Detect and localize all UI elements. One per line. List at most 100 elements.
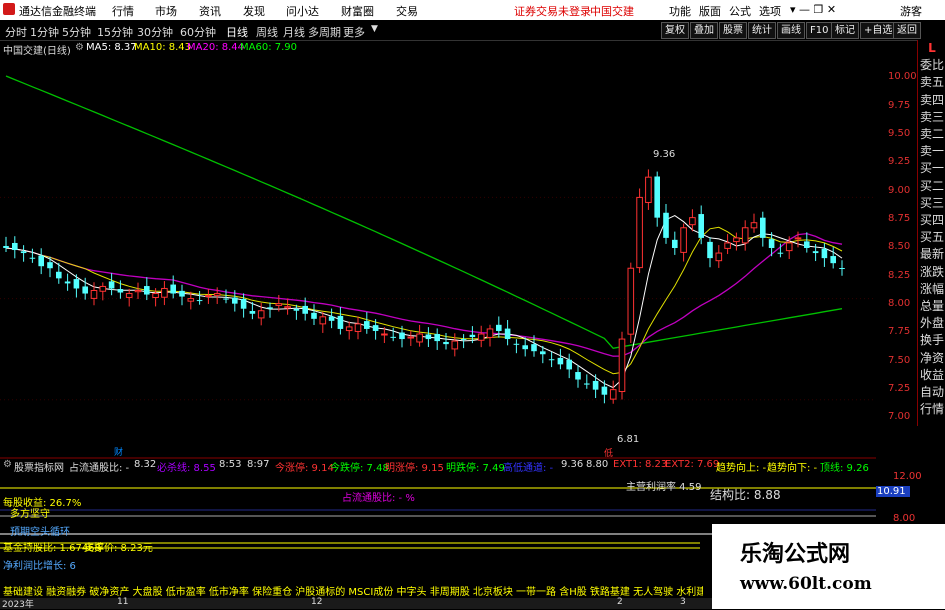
- ma10-label: MA10: 8.43: [134, 42, 192, 53]
- candle-body: [750, 222, 758, 229]
- date-tick: 2023年: [2, 600, 34, 610]
- tf-monthly[interactable]: 月线: [283, 24, 305, 40]
- sidebar-sell1[interactable]: 卖一: [920, 143, 944, 160]
- window-buttons[interactable]: ▾ — ❐ ✕: [790, 3, 836, 16]
- sidebar-earnings[interactable]: 收益: [920, 367, 944, 384]
- sidebar-buy5[interactable]: 买五: [920, 229, 944, 246]
- indicator-settings-icon[interactable]: ⚙: [3, 459, 12, 470]
- candle-body: [407, 336, 415, 339]
- price-tick: 7.50: [888, 355, 911, 366]
- indicator-name[interactable]: 股票指标网: [14, 459, 64, 474]
- menu-caifuquan[interactable]: 财富圈: [341, 3, 374, 19]
- btn-fuquan[interactable]: 复权: [661, 22, 689, 39]
- watermark-title: 乐淘公式网: [740, 541, 851, 567]
- btn-biaoji[interactable]: 标记: [831, 22, 859, 39]
- candle-body: [293, 308, 300, 311]
- btn-fanhui[interactable]: 返回: [893, 22, 921, 39]
- candle-body: [522, 345, 528, 350]
- menu-hangqing[interactable]: 行情: [112, 3, 134, 19]
- ma60-line: [5, 75, 843, 350]
- menu-faxian[interactable]: 发现: [243, 3, 265, 19]
- stock-name-top: 中国交建: [590, 5, 634, 18]
- tf-30min[interactable]: 30分钟: [137, 24, 173, 40]
- sidebar-auto[interactable]: 自动: [920, 384, 944, 401]
- candle-body: [125, 293, 133, 298]
- tf-15min[interactable]: 15分钟: [97, 24, 133, 40]
- candle-body: [205, 295, 212, 298]
- indicator-header: ⚙ 股票指标网 占流通股比: - 8.32 必杀线: 8.55 8:53 8:9…: [0, 459, 945, 474]
- kline-chart[interactable]: [0, 40, 876, 560]
- sidebar-weibi[interactable]: 委比: [920, 57, 944, 74]
- sidebar-buy4[interactable]: 买四: [920, 212, 944, 229]
- sidebar-sell5[interactable]: 卖五: [920, 74, 944, 91]
- menu-jiaoyi[interactable]: 交易: [396, 3, 418, 19]
- tf-multi[interactable]: 多周期: [308, 24, 341, 40]
- sidebar-sell3[interactable]: 卖三: [920, 109, 944, 126]
- menu-gongshi[interactable]: 公式: [729, 3, 751, 19]
- btn-gupiao[interactable]: 股票: [719, 22, 747, 39]
- sidebar-buy3[interactable]: 买三: [920, 195, 944, 212]
- tf-weekly[interactable]: 周线: [256, 24, 278, 40]
- sidebar-outer[interactable]: 外盘: [920, 315, 944, 332]
- sidebar-volume[interactable]: 总量: [920, 298, 944, 315]
- tf-1min[interactable]: 1分钟: [30, 24, 59, 40]
- menu-wenxiaoda[interactable]: 问小达: [286, 3, 319, 19]
- candle-body: [689, 217, 696, 226]
- btn-huaxian[interactable]: 画线: [777, 22, 805, 39]
- ind-ext2: EXT2: 7.69: [665, 459, 720, 470]
- candle-body: [663, 212, 669, 238]
- ma10-line: [5, 226, 843, 375]
- candle-body: [548, 359, 555, 361]
- watermark-url: www.60lt.com: [740, 574, 872, 594]
- menu-zixun[interactable]: 资讯: [199, 3, 221, 19]
- candle-body: [152, 293, 159, 299]
- ind-concepts: 基础建设 融资融券 破净资产 大盘股 低市盈率 低市净率 保险重仓 沪股通标的 …: [3, 587, 703, 598]
- tf-5min[interactable]: 5分钟: [62, 24, 91, 40]
- sidebar-turnover[interactable]: 换手: [920, 332, 944, 349]
- sidebar-buy2[interactable]: 买二: [920, 178, 944, 195]
- sidebar-sell2[interactable]: 卖二: [920, 126, 944, 143]
- chart-settings-icon[interactable]: ⚙: [75, 42, 84, 53]
- menu-shichang[interactable]: 市场: [155, 3, 177, 19]
- sidebar-latest[interactable]: 最新: [920, 246, 944, 263]
- menu-banmian[interactable]: 版面: [699, 3, 721, 19]
- ma5-line: [5, 215, 843, 389]
- candle-body: [187, 298, 195, 302]
- sidebar-buy1[interactable]: 买一: [920, 160, 944, 177]
- sidebar-l-button[interactable]: L: [920, 40, 944, 57]
- btn-zixuan[interactable]: +自选: [860, 22, 897, 39]
- title-bar: 通达信金融终端 行情 市场 资讯 发现 问小达 财富圈 交易 证券交易未登录 中…: [0, 0, 945, 20]
- low-marker: 低: [604, 449, 614, 459]
- price-tick: 8.50: [888, 241, 911, 252]
- sidebar-sell4[interactable]: 卖四: [920, 92, 944, 109]
- sidebar-netasset[interactable]: 净资: [920, 350, 944, 367]
- candle-body: [645, 176, 652, 203]
- login-notice[interactable]: 证券交易未登录: [514, 3, 591, 19]
- ind-v5: 8.80: [586, 459, 609, 470]
- ind-gaoditongdao: 高低通道: -: [503, 463, 554, 474]
- menu-xuanxiang[interactable]: 选项: [759, 3, 781, 19]
- more-chevron-icon[interactable]: ▼: [371, 24, 378, 34]
- chart-title: 中国交建(日线): [3, 46, 71, 57]
- tf-more[interactable]: 更多: [343, 24, 365, 40]
- app-logo-icon: [3, 3, 15, 15]
- candle-body: [20, 251, 27, 254]
- tf-60min[interactable]: 60分钟: [180, 24, 216, 40]
- menu-gongneng[interactable]: 功能: [669, 3, 691, 19]
- candle-body: [601, 386, 608, 395]
- sidebar-change-pct[interactable]: 涨幅: [920, 281, 944, 298]
- sidebar-change[interactable]: 涨跌: [920, 264, 944, 281]
- candle-body: [592, 380, 599, 390]
- price-tick: 7.00: [888, 411, 911, 422]
- btn-diejia[interactable]: 叠加: [690, 22, 718, 39]
- btn-tongji[interactable]: 统计: [748, 22, 776, 39]
- tf-daily[interactable]: 日线: [226, 24, 248, 40]
- sidebar-quote[interactable]: 行情: [920, 401, 944, 418]
- btn-f10[interactable]: F10: [806, 22, 833, 39]
- event-marker[interactable]: 财: [114, 445, 123, 458]
- candle-body: [56, 271, 62, 279]
- guest-label[interactable]: 游客: [900, 3, 922, 19]
- candle-body: [337, 315, 344, 329]
- tf-fenshi[interactable]: 分时: [5, 24, 27, 40]
- candle-body: [575, 372, 581, 380]
